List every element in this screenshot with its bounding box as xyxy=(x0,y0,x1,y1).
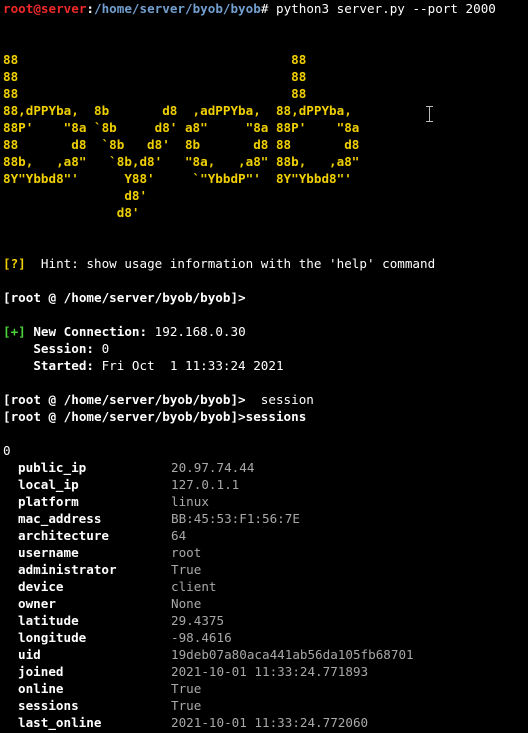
session-field-key: administrator xyxy=(18,562,117,577)
cwd-path: /home/server/byob/byob xyxy=(94,1,261,16)
connection-tag: [+] xyxy=(3,324,26,339)
shell-prompt: [root @ /home/server/byob/byob]> xyxy=(3,290,246,305)
text-cursor-icon xyxy=(426,106,434,122)
banner-line: 88 88 xyxy=(3,86,307,101)
prompt-symbol: # xyxy=(260,1,276,16)
banner-line: d8' xyxy=(3,205,140,220)
session-field-key: mac_address xyxy=(18,511,102,526)
session-field-value: 19deb07a80aca441ab56da105fb68701 xyxy=(171,647,414,662)
session-field-value: 29.4375 xyxy=(171,613,225,628)
command-line-sessions: [root @ /home/server/byob/byob]>sessions xyxy=(3,408,306,425)
banner-line: 88b, ,a8" `8b,d8' "8a, ,a8" 88b, ,a8" xyxy=(3,154,360,169)
hint-line: [?] Hint: show usage information with th… xyxy=(3,255,435,272)
banner-line: 88 88 xyxy=(3,69,307,84)
shell-prompt: [root @ /home/server/byob/byob]> xyxy=(3,409,246,424)
shell-prompt: [root @ /home/server/byob/byob]> xyxy=(3,392,246,407)
session-line: Session: 0 xyxy=(3,340,109,357)
banner-line: d8' xyxy=(3,188,148,203)
banner-line: 88,dPPYba, 8b d8 ,adPPYba, 88,dPPYba, xyxy=(3,103,352,118)
banner-line: 88 88 xyxy=(3,52,307,67)
session-field-value: None xyxy=(171,596,202,611)
session-field-key: public_ip xyxy=(18,460,87,475)
terminal-window[interactable]: root@server:/home/server/byob/byob# pyth… xyxy=(0,0,528,733)
session-field-key: username xyxy=(18,545,79,560)
session-field-value: True xyxy=(171,698,202,713)
session-field-key: device xyxy=(18,579,64,594)
session-field-value: True xyxy=(171,562,202,577)
started-label: Started: xyxy=(3,358,94,373)
new-connection-line: [+] New Connection: 192.168.0.30 xyxy=(3,323,246,340)
started-time: Fri Oct 1 11:33:24 2021 xyxy=(94,358,284,373)
session-field-key: longitude xyxy=(18,630,87,645)
hint-text: Hint: show usage information with the 'h… xyxy=(25,256,436,271)
banner-line: 8Y"Ybbd8"' Y88' `"YbbdP"' 8Y"Ybbd8"' xyxy=(3,171,352,186)
started-line: Started: Fri Oct 1 11:33:24 2021 xyxy=(3,357,284,374)
session-field-value: 64 xyxy=(171,528,187,543)
session-field-key: sessions xyxy=(18,698,79,713)
session-label: Session: xyxy=(3,341,94,356)
connection-label: New Connection: xyxy=(25,324,148,339)
session-field-key: owner xyxy=(18,596,56,611)
session-field-key: online xyxy=(18,681,64,696)
session-field-key: platform xyxy=(18,494,79,509)
session-field-value: 20.97.74.44 xyxy=(171,460,255,475)
session-field-value: linux xyxy=(171,494,209,509)
session-field-value: client xyxy=(171,579,217,594)
session-field-value: -98.4616 xyxy=(171,630,232,645)
session-index: 0 xyxy=(3,443,11,458)
session-field-value: True xyxy=(171,681,202,696)
command-prompt-line: root@server:/home/server/byob/byob# pyth… xyxy=(3,0,496,17)
session-field-value: BB:45:53:F1:56:7E xyxy=(171,511,300,526)
connection-ip: 192.168.0.30 xyxy=(147,324,246,339)
hint-tag: [?] xyxy=(3,256,26,271)
typed-command: session xyxy=(245,392,314,407)
session-field-key: uid xyxy=(18,647,41,662)
banner-line: 88 d8 `8b d8' 8b d8 88 d8 xyxy=(3,137,360,152)
session-number: 0 xyxy=(94,341,110,356)
typed-command: sessions xyxy=(245,409,307,424)
session-field-key: last_online xyxy=(18,715,102,730)
user-host: root@server xyxy=(3,1,87,16)
session-field-value: 2021-10-01 11:33:24.772060 xyxy=(171,715,369,730)
command-line-session: [root @ /home/server/byob/byob]> session xyxy=(3,391,314,408)
typed-command: python3 server.py --port 2000 xyxy=(275,1,496,16)
banner-line: 88P' "8a `8b d8' a8" "8a 88P' "8a xyxy=(3,120,360,135)
session-field-value: 2021-10-01 11:33:24.771893 xyxy=(171,664,369,679)
session-field-value: root xyxy=(171,545,202,560)
session-field-key: local_ip xyxy=(18,477,79,492)
session-field-value: 127.0.1.1 xyxy=(171,477,240,492)
prompt-colon: : xyxy=(86,1,94,16)
session-field-key: architecture xyxy=(18,528,109,543)
session-field-key: joined xyxy=(18,664,64,679)
session-field-key: latitude xyxy=(18,613,79,628)
